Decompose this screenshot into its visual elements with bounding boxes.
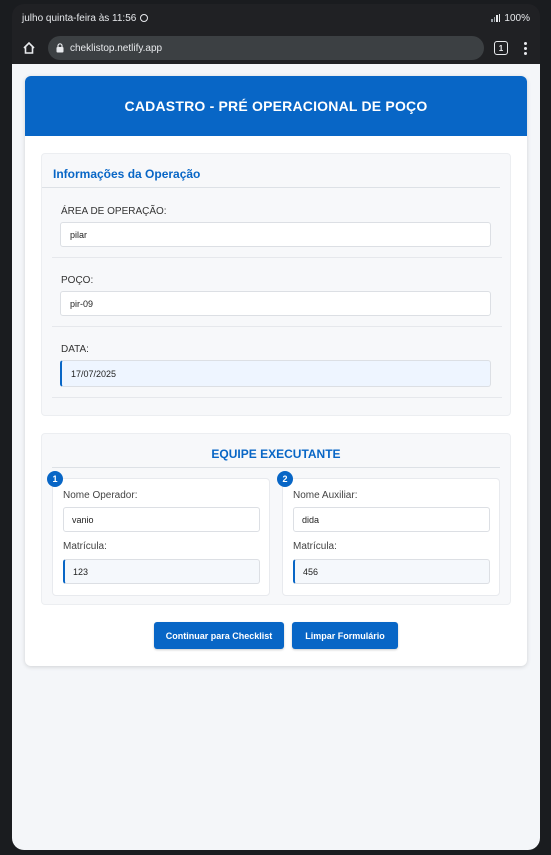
poco-input[interactable]: pir-09: [60, 291, 491, 316]
signal-icon: [491, 14, 501, 22]
auxiliar-name-label: Nome Auxiliar:: [293, 490, 358, 501]
operator-name-input[interactable]: vanio: [63, 507, 260, 532]
more-menu-icon[interactable]: [518, 41, 532, 55]
status-bar: julho quinta-feira às 11:56 100%: [12, 4, 540, 32]
date-label: DATA:: [61, 344, 89, 355]
operator-card: 1 Nome Operador: vanio Matrícula: 123: [47, 471, 270, 596]
home-icon[interactable]: [20, 39, 38, 57]
area-input[interactable]: pilar: [60, 222, 491, 247]
status-time: julho quinta-feira às 11:56: [22, 12, 137, 24]
poco-field-group: POÇO: pir-09: [52, 275, 502, 316]
area-field-group: ÁREA DE OPERAÇÃO: pilar: [52, 206, 502, 247]
phone-frame: julho quinta-feira às 11:56 100% cheklis…: [12, 4, 540, 850]
member-number-badge: 2: [277, 471, 293, 487]
clear-form-button[interactable]: Limpar Formulário: [292, 622, 398, 649]
date-field-group: DATA: 17/07/2025: [52, 344, 502, 387]
battery-text: 100%: [504, 12, 530, 24]
poco-label: POÇO:: [61, 275, 94, 286]
divider: [52, 397, 502, 398]
auxiliar-matricula-label: Matrícula:: [293, 541, 337, 552]
team-title: EQUIPE EXECUTANTE: [52, 434, 500, 468]
operator-matricula-label: Matrícula:: [63, 541, 107, 552]
operator-matricula-input[interactable]: 123: [63, 559, 260, 584]
address-bar[interactable]: cheklistop.netlify.app: [48, 36, 484, 60]
continue-checklist-button[interactable]: Continuar para Checklist: [154, 622, 284, 649]
divider: [52, 257, 502, 258]
section-title: Informações da Operação: [42, 154, 500, 188]
member-number-badge: 1: [47, 471, 63, 487]
operation-info-section: Informações da Operação ÁREA DE OPERAÇÃO…: [41, 153, 511, 416]
auxiliar-matricula-input[interactable]: 456: [293, 559, 490, 584]
tab-switcher-icon[interactable]: 1: [494, 41, 508, 55]
notification-icon: [140, 14, 149, 22]
url-text: cheklistop.netlify.app: [70, 42, 163, 54]
date-input[interactable]: 17/07/2025: [60, 360, 491, 387]
operator-name-label: Nome Operador:: [63, 490, 138, 501]
lock-icon: [56, 43, 64, 53]
auxiliar-name-input[interactable]: dida: [293, 507, 490, 532]
team-section: EQUIPE EXECUTANTE 1 Nome Operador: vanio…: [41, 433, 511, 605]
auxiliar-card: 2 Nome Auxiliar: dida Matrícula: 456: [277, 471, 500, 596]
page-viewport: CADASTRO - PRÉ OPERACIONAL DE POÇO Infor…: [12, 64, 540, 850]
page-title: CADASTRO - PRÉ OPERACIONAL DE POÇO: [25, 76, 527, 136]
divider: [52, 326, 502, 327]
browser-toolbar: cheklistop.netlify.app 1: [12, 32, 540, 64]
area-label: ÁREA DE OPERAÇÃO:: [61, 206, 167, 217]
form-card: CADASTRO - PRÉ OPERACIONAL DE POÇO Infor…: [25, 76, 527, 666]
